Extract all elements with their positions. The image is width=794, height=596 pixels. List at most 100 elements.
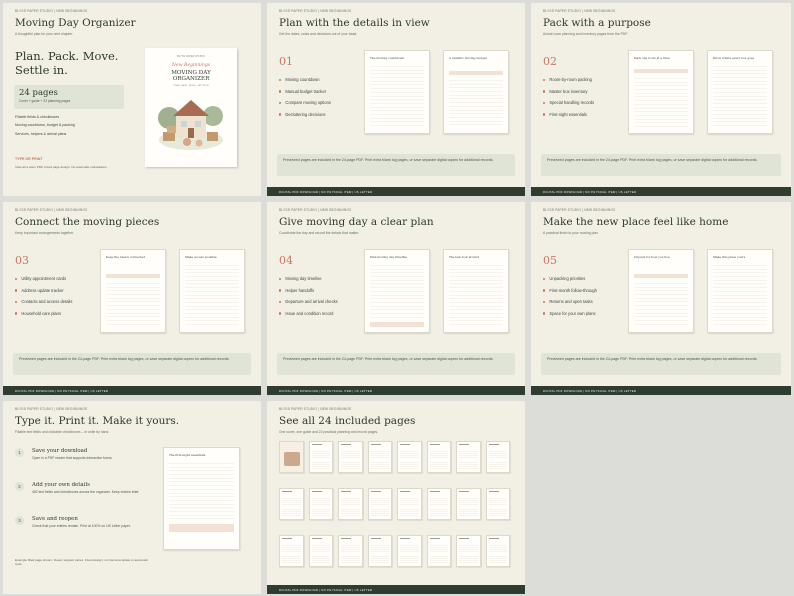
page-preview: Know where every box goes xyxy=(707,50,773,134)
included-note: Previewed pages are included in the 24-p… xyxy=(541,154,781,176)
feature-item: Contacts and access details xyxy=(15,296,72,308)
bullet-icon xyxy=(543,300,546,304)
bullet-icon xyxy=(279,113,282,116)
bullet-icon xyxy=(543,289,546,292)
thumb-title xyxy=(370,443,381,445)
feature-item: Address update tracker xyxy=(15,285,72,297)
feature-label: Issue and condition record xyxy=(285,311,334,317)
feature-label: Moving day timeline xyxy=(285,276,322,282)
section-subtitle: A practical finish to your moving plan. xyxy=(543,231,599,235)
section-title: Connect the moving pieces xyxy=(15,216,160,228)
feature-item: Helper handoffs xyxy=(279,285,338,297)
thumb-title xyxy=(370,537,381,539)
hero-feature: Services, helpers & arrival plans xyxy=(15,131,67,136)
page-preview: Make access possible xyxy=(179,249,245,333)
feature-item: Unpacking priorities xyxy=(543,273,597,285)
page-thumbnail xyxy=(338,535,363,567)
feature-item: First-night essentials xyxy=(543,109,594,121)
thumb-title xyxy=(341,490,351,492)
feature-item: Issue and condition record xyxy=(279,308,338,320)
all-pages-card: BLYSS PAPER STUDIO | NEW BEGINNINGS See … xyxy=(267,401,525,594)
feature-item: Decluttering decisions xyxy=(279,109,331,121)
feature-item: Departure and arrival checks xyxy=(279,296,338,308)
feature-label: Departure and arrival checks xyxy=(285,299,338,305)
thumb-lines xyxy=(282,494,301,516)
page-band xyxy=(634,69,688,73)
thumb-title xyxy=(400,443,410,445)
page-lines xyxy=(449,77,503,127)
page-thumbnail xyxy=(485,441,510,473)
included-note: Previewed pages are included in the 24-p… xyxy=(13,353,251,375)
page-preview-title: Make this place yours xyxy=(713,255,746,259)
page-band xyxy=(169,524,234,532)
feature-label: Compare moving options xyxy=(285,100,331,106)
bullet-icon xyxy=(279,78,282,81)
page-thumbnail xyxy=(456,535,481,567)
section-number: 01 xyxy=(279,55,293,68)
feature-item: Room-by-room packing xyxy=(543,74,594,86)
page-thumbnail xyxy=(308,488,333,520)
thumb-lines xyxy=(341,541,360,563)
thumb-lines xyxy=(459,494,478,516)
feature-item: Compare moving options xyxy=(279,97,331,109)
page-thumbnail xyxy=(397,441,422,473)
bullet-icon xyxy=(15,277,18,280)
page-lines xyxy=(713,63,767,127)
bullet-icon xyxy=(543,78,546,81)
thumb-lines xyxy=(370,541,389,563)
page-count-detail: Cover + guide + 22 planning pages xyxy=(19,99,71,103)
thumb-lines xyxy=(370,447,389,469)
bullet-icon xyxy=(543,101,546,105)
page-lines xyxy=(169,460,234,519)
feature-label: First-month follow-through xyxy=(549,287,597,293)
page-lines xyxy=(370,262,424,318)
cover-subtitle: PLAN · PACK · MOVE · SETTLE IN xyxy=(173,85,209,87)
step-number: 3 xyxy=(15,516,24,525)
thumb-title xyxy=(459,490,469,492)
section-number: 03 xyxy=(15,254,29,267)
page-thumbnail xyxy=(338,488,363,520)
feature-list: Utility appointment cards Address update… xyxy=(15,273,72,319)
brand-label: BLYSS PAPER STUDIO | NEW BEGINNINGS xyxy=(15,407,88,411)
page-preview: The moving countdown xyxy=(364,50,430,134)
page-preview: Pack one room at a time xyxy=(628,50,694,134)
thumb-title xyxy=(341,443,351,445)
all-pages-subtitle: One cover, one guide and 22 practical pl… xyxy=(279,430,379,434)
thumb-lines xyxy=(341,494,360,516)
page-thumbnail xyxy=(426,441,451,473)
step-description: Check that your entries remain. Print at… xyxy=(32,524,131,528)
page-lines xyxy=(106,280,160,326)
section-title: Give moving day a clear plan xyxy=(279,216,434,228)
footer-bar: DIGITAL PDF DOWNLOAD | NO PHYSICAL ITEM … xyxy=(3,386,261,395)
section-subtitle: Actual room planning and inventory pages… xyxy=(543,32,628,36)
footer-bar: DIGITAL PDF DOWNLOAD | NO PHYSICAL ITEM … xyxy=(267,187,525,196)
page-band xyxy=(449,71,503,75)
step-title: Add your own details xyxy=(32,482,90,488)
thumb-lines xyxy=(311,447,330,469)
step-number: 2 xyxy=(15,482,24,491)
thumb-lines xyxy=(311,541,330,563)
footer-bar: DIGITAL PDF DOWNLOAD | NO PHYSICAL ITEM … xyxy=(531,187,791,196)
thumb-title xyxy=(341,537,351,539)
section-number: 02 xyxy=(543,55,557,68)
feature-label: Returns and open tasks xyxy=(549,299,593,305)
page-thumbnail xyxy=(426,535,451,567)
instructions-fine-print: Example filled page shown. Viewer suppor… xyxy=(15,558,149,567)
page-preview-title: The last look around xyxy=(449,255,480,259)
page-band xyxy=(634,274,688,278)
thumb-title xyxy=(488,537,499,539)
feature-item: Moving day timeline xyxy=(279,273,338,285)
thumb-title xyxy=(282,490,292,492)
section-subtitle: Get the dates, costs and decisions out o… xyxy=(279,32,358,36)
step-item: 3 Save and reopen Check that your entrie… xyxy=(15,516,150,550)
thumb-lines xyxy=(400,447,419,469)
thumb-lines xyxy=(311,494,330,516)
step-description: Open in a PDF reader that supports inter… xyxy=(32,456,113,460)
section-card-03: BLYSS PAPER STUDIO | NEW BEGINNINGS Conn… xyxy=(3,202,261,395)
page-lines xyxy=(370,63,424,127)
hero-feature-list: Fillable fields & checkboxes Moving coun… xyxy=(15,115,75,140)
feature-label: Household care plans xyxy=(21,311,61,317)
section-card-01: BLYSS PAPER STUDIO | NEW BEGINNINGS Plan… xyxy=(267,3,525,196)
section-card-02: BLYSS PAPER STUDIO | NEW BEGINNINGS Pack… xyxy=(531,3,791,196)
page-thumbnail xyxy=(426,488,451,520)
